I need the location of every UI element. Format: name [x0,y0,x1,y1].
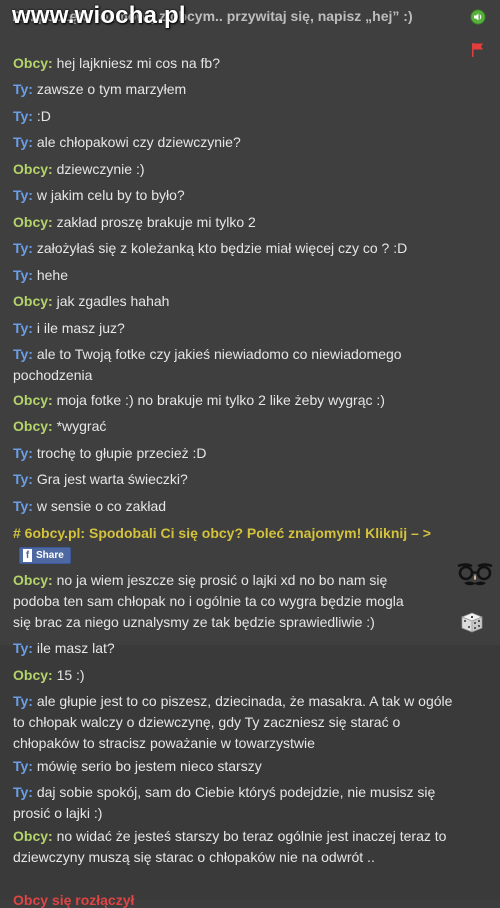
sender-label: Obcy: [13,828,53,844]
sender-label: Obcy: [13,161,53,177]
message-text: hej lajkniesz mi cos na fb? [56,55,220,71]
message-text: no ja wiem jeszcze się prosić o lajki xd… [13,572,404,630]
chat-message: Ty: zawsze o tym marzyłem [13,79,433,100]
chat-message: Obcy: no widać że jesteś starszy bo tera… [13,826,453,868]
chat-message: Obcy: zakład proszę brakuje mi tylko 2 [13,212,433,233]
message-text: jak zgadles hahah [56,293,170,309]
dice-icon[interactable] [460,610,488,637]
chat-message: Obcy: moja fotke :) no brakuje mi tylko … [13,390,433,411]
sender-label: Obcy: [13,392,53,408]
chat-message: Obcy: dziewczynie :) [13,159,433,180]
sender-label: Ty: [13,693,33,709]
sender-label: Ty: [13,640,33,656]
sender-label: Ty: [13,187,33,203]
facebook-icon: f [23,548,32,562]
message-text: trochę to głupie przecież :D [36,445,207,461]
chat-message: Ty: trochę to głupie przecież :D [13,443,433,464]
message-text: :D [36,108,51,124]
share-label: Share [36,549,64,561]
message-text: ale głupie jest to co piszesz, dziecinad… [13,693,453,751]
chat-message: Ty: ale głupie jest to co piszesz, dziec… [13,691,453,754]
message-text: i ile masz juz? [36,320,125,336]
chat-message: Ty: i ile masz juz? [13,318,433,339]
chat-message: Ty: ile masz lat? [13,638,433,659]
sender-label: Obcy: [13,55,53,71]
message-text: daj sobie spokój, sam do Ciebie któryś p… [13,784,436,821]
message-text: moja fotke :) no brakuje mi tylko 2 like… [56,392,385,408]
sound-icon[interactable] [470,9,486,28]
message-text: założyłaś się z koleżanką kto będzie mia… [36,240,408,256]
chat-message: Obcy: no ja wiem jeszcze się prosić o la… [13,570,423,633]
chat-message: Ty: w jakim celu by to było? [13,185,433,206]
sender-label: Ty: [13,134,33,150]
chat-message: Ty: ale chłopakowi czy dziewczynie? [13,132,433,153]
sender-label: Ty: [13,471,33,487]
chat-message: Ty: założyłaś się z koleżanką kto będzie… [13,238,463,259]
system-promo-text: # 6obcy.pl: Spodobali Ci się obcy? Poleć… [13,525,431,541]
chat-message: Ty: w sensie o co zakład [13,496,433,517]
sender-label: Ty: [13,320,33,336]
message-text: dziewczynie :) [56,161,145,177]
sender-label: Ty: [13,346,33,362]
sender-label: Ty: [13,240,33,256]
sender-label: Ty: [13,108,33,124]
chat-message: Ty: daj sobie spokój, sam do Ciebie któr… [13,782,453,824]
chat-message: Obcy: 15 :) [13,665,433,686]
message-text: w jakim celu by to było? [36,187,185,203]
chat-message: Ty: mówię serio bo jestem nieco starszy [13,756,433,777]
chat-message: Ty: Gra jest warta świeczki? [13,469,433,490]
message-text: w sensie o co zakład [36,498,167,514]
disconnect-notice: Obcy się rozłączył [13,892,135,908]
message-text: hehe [36,267,69,283]
chat-message: Ty: hehe [13,265,433,286]
chat-message: Ty: ale to Twoją fotke czy jakieś niewia… [13,344,433,386]
chat-message: Obcy: jak zgadles hahah [13,291,433,312]
message-text: 15 :) [56,667,85,683]
sender-label: Obcy: [13,214,53,230]
chat-message: Ty: :D [13,106,433,127]
sender-label: Obcy: [13,418,53,434]
sender-label: Obcy: [13,293,53,309]
message-text: zakład proszę brakuje mi tylko 2 [56,214,256,230]
message-text: *wygrać [56,418,107,434]
sender-label: Ty: [13,267,33,283]
watermark: www.wiocha.pl [12,2,186,29]
message-text: zawsze o tym marzyłem [36,81,187,97]
chat-message: Obcy: *wygrać [13,416,433,437]
message-text: ile masz lat? [36,640,115,656]
disguise-glasses-icon[interactable] [456,562,494,593]
message-text: no widać że jesteś starszy bo teraz ogól… [13,828,447,865]
message-text: ale to Twoją fotke czy jakieś niewiadomo… [13,346,402,383]
chat-message: Obcy: hej lajkniesz mi cos na fb? [13,53,433,74]
message-text: ale chłopakowi czy dziewczynie? [36,134,241,150]
sender-label: Ty: [13,81,33,97]
sender-label: Ty: [13,758,33,774]
message-text: Gra jest warta świeczki? [36,471,188,487]
report-flag-icon[interactable] [471,42,485,61]
system-promo-message: # 6obcy.pl: Spodobali Ci się obcy? Poleć… [13,523,453,565]
message-text: mówię serio bo jestem nieco starszy [36,758,262,774]
sender-label: Ty: [13,784,33,800]
sender-label: Obcy: [13,572,53,588]
sender-label: Ty: [13,445,33,461]
facebook-share-button[interactable]: f Share [19,546,71,564]
sender-label: Ty: [13,498,33,514]
sender-label: Obcy: [13,667,53,683]
